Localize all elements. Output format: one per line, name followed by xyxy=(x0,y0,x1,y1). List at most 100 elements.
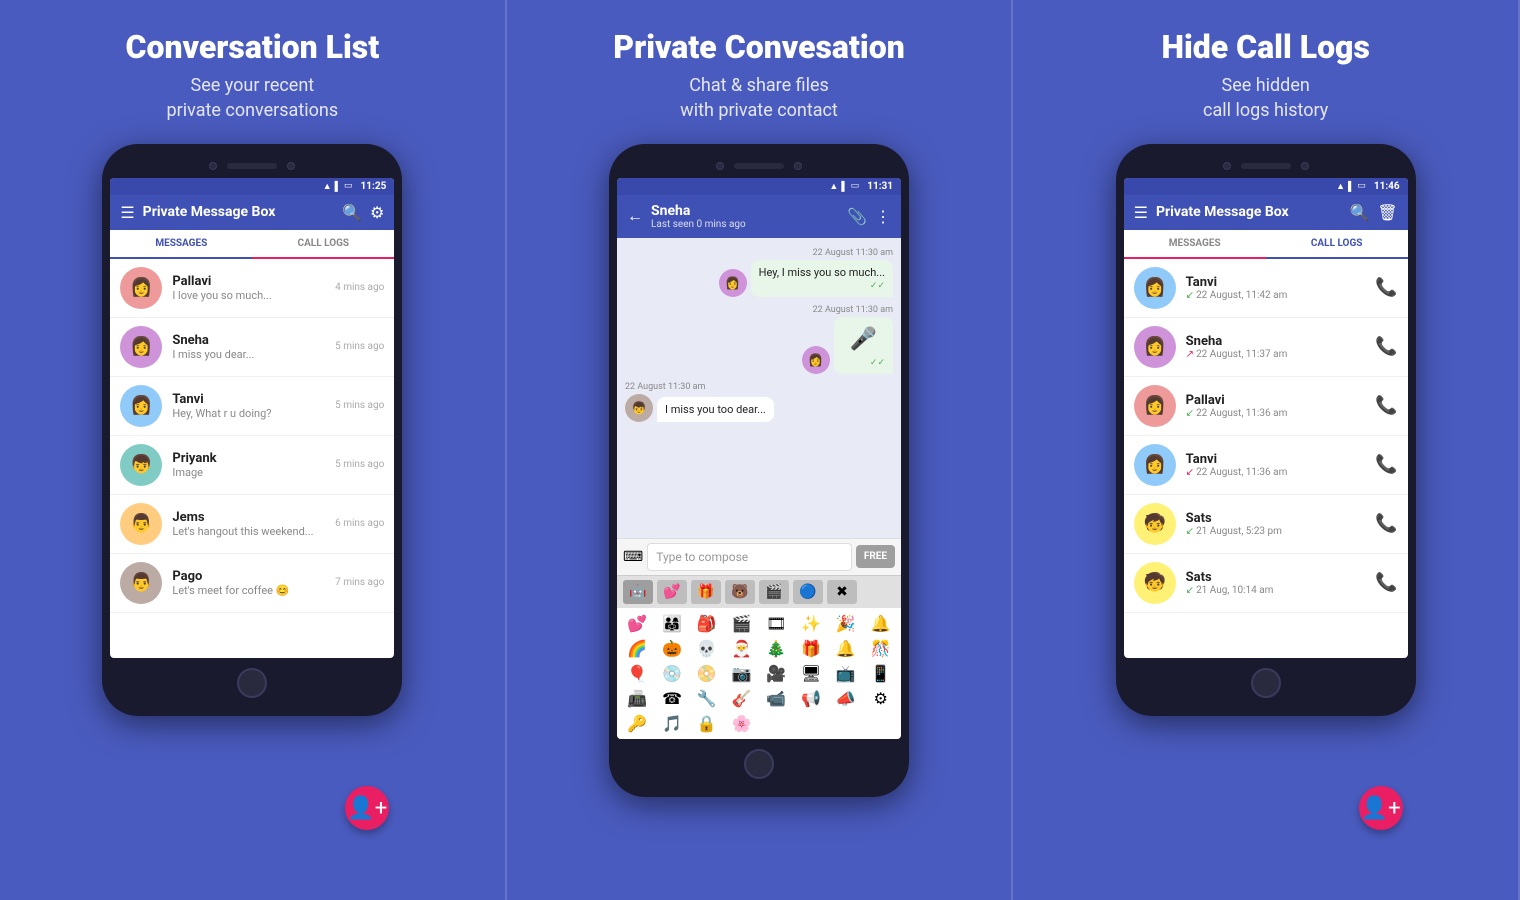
call-item[interactable]: 👩 Pallavi ↙ 22 August, 11:36 am 📞 xyxy=(1124,377,1408,436)
emoji-cell[interactable]: 📷 xyxy=(725,662,758,685)
settings-icon-1[interactable]: ⚙ xyxy=(370,203,384,222)
conversation-item[interactable]: 👩 Sneha I miss you dear... 5 mins ago xyxy=(110,318,394,377)
phone-icon[interactable]: 📞 xyxy=(1375,454,1397,475)
phone-icon[interactable]: 📞 xyxy=(1375,277,1397,298)
msg-text: I miss you too dear... xyxy=(665,403,766,416)
emoji-cell[interactable]: ✨ xyxy=(795,612,828,635)
menu-icon-1[interactable]: ☰ xyxy=(120,203,134,222)
emoji-cell[interactable]: 🎵 xyxy=(656,712,689,735)
emoji-cell[interactable]: ⚙ xyxy=(864,687,897,710)
phone3-camera2 xyxy=(1301,162,1309,170)
emoji-cell[interactable]: 🔔 xyxy=(830,637,863,660)
conversation-item[interactable]: 👩 Tanvi Hey, What r u doing? 5 mins ago xyxy=(110,377,394,436)
emoji-cell[interactable]: 🎸 xyxy=(725,687,758,710)
emoji-cell[interactable]: 🎃 xyxy=(656,637,689,660)
emoji-cell[interactable]: 📢 xyxy=(795,687,828,710)
emoji-cell[interactable]: 🎥 xyxy=(760,662,793,685)
emoji-cell[interactable]: 💿 xyxy=(656,662,689,685)
phone1-camera xyxy=(209,162,217,170)
emoji-cell[interactable]: 📺 xyxy=(830,662,863,685)
compose-input[interactable]: Type to compose xyxy=(647,543,852,571)
conv-preview: Let's meet for coffee 😊 xyxy=(172,584,325,597)
call-item[interactable]: 🧒 Sats ↙ 21 Aug, 10:14 am 📞 xyxy=(1124,554,1408,613)
emoji-tab[interactable]: 🤖 xyxy=(623,580,653,604)
keyboard-icon[interactable]: ⌨ xyxy=(623,549,643,565)
emoji-cell[interactable]: 🔧 xyxy=(691,687,724,710)
emoji-cell[interactable]: 🎅 xyxy=(725,637,758,660)
emoji-cell[interactable]: 💕 xyxy=(621,612,654,635)
call-time: ↙ 21 August, 5:23 pm xyxy=(1186,526,1366,537)
call-name: Pallavi xyxy=(1186,393,1366,408)
emoji-cell[interactable]: 🔑 xyxy=(621,712,654,735)
attach-icon[interactable]: 📎 xyxy=(847,207,867,226)
emoji-cell[interactable]: 📀 xyxy=(691,662,724,685)
call-item[interactable]: 👩 Sneha ↗ 22 August, 11:37 am 📞 xyxy=(1124,318,1408,377)
emoji-cell[interactable]: 🌸 xyxy=(725,712,758,735)
tab-messages-1[interactable]: MESSAGES xyxy=(110,230,252,259)
emoji-cell[interactable]: 🔔 xyxy=(864,612,897,635)
tabs-bar-3: MESSAGES CALL LOGS xyxy=(1124,230,1408,259)
emoji-cell[interactable]: 📱 xyxy=(864,662,897,685)
emoji-cell[interactable]: 🎄 xyxy=(760,637,793,660)
phone2-home[interactable] xyxy=(744,749,774,779)
compose-free-button[interactable]: FREE xyxy=(856,545,895,568)
phone1-home[interactable] xyxy=(237,668,267,698)
phone-icon[interactable]: 📞 xyxy=(1375,395,1397,416)
emoji-tab[interactable]: ✖ xyxy=(827,580,857,604)
emoji-cell[interactable]: 🎞 xyxy=(760,612,793,635)
phone-icon[interactable]: 📞 xyxy=(1375,513,1397,534)
emoji-tab[interactable]: 🎬 xyxy=(759,580,789,604)
conversation-item[interactable]: 👨 Pago Let's meet for coffee 😊 7 mins ag… xyxy=(110,554,394,613)
wifi-icon-2: ▲ xyxy=(829,181,838,192)
emoji-cell[interactable]: 🖥 xyxy=(795,662,828,685)
call-content: Sats ↙ 21 August, 5:23 pm xyxy=(1186,511,1366,537)
search-icon-1[interactable]: 🔍 xyxy=(342,203,362,222)
conv-preview: Let's hangout this weekend... xyxy=(172,525,325,538)
conversation-item[interactable]: 👦 Priyank Image 5 mins ago xyxy=(110,436,394,495)
emoji-cell[interactable]: 🎬 xyxy=(725,612,758,635)
conversation-item[interactable]: 👩 Pallavi I love you so much... 4 mins a… xyxy=(110,259,394,318)
emoji-cell[interactable]: 👨‍👩‍👧 xyxy=(656,612,689,635)
tab-calllogs-1[interactable]: CALL LOGS xyxy=(252,230,394,257)
call-item[interactable]: 🧒 Sats ↙ 21 August, 5:23 pm 📞 xyxy=(1124,495,1408,554)
emoji-tab[interactable]: 🎁 xyxy=(691,580,721,604)
tab-messages-3[interactable]: MESSAGES xyxy=(1124,230,1266,257)
phone2-body: ▲ ▌ ▭ 11:31 ← Sneha Last seen 0 mins ago… xyxy=(609,144,909,797)
conversation-item[interactable]: 👨 Jems Let's hangout this weekend... 6 m… xyxy=(110,495,394,554)
emoji-tab[interactable]: 💕 xyxy=(657,580,687,604)
search-icon-3[interactable]: 🔍 xyxy=(1349,203,1369,222)
tab-calllogs-3[interactable]: CALL LOGS xyxy=(1266,230,1408,259)
conv-time: 4 mins ago xyxy=(335,282,384,293)
emoji-tab[interactable]: 🔵 xyxy=(793,580,823,604)
delete-icon-3[interactable]: 🗑 xyxy=(1377,203,1397,222)
panel2-subtitle: Chat & share fileswith private contact xyxy=(680,73,838,123)
emoji-tab[interactable]: 🐻 xyxy=(725,580,755,604)
conv-time: 5 mins ago xyxy=(335,400,384,411)
more-icon[interactable]: ⋮ xyxy=(875,207,891,226)
emoji-cell[interactable]: 📠 xyxy=(621,687,654,710)
conv-time: 5 mins ago xyxy=(335,459,384,470)
emoji-cell[interactable]: 🔒 xyxy=(691,712,724,735)
fab-1[interactable]: 👤+ xyxy=(345,786,389,830)
emoji-cell[interactable]: 🎈 xyxy=(621,662,654,685)
phone-icon[interactable]: 📞 xyxy=(1375,572,1397,593)
emoji-cell[interactable]: 🌈 xyxy=(621,637,654,660)
emoji-cell[interactable]: 🎒 xyxy=(691,612,724,635)
phone3-speaker xyxy=(1241,163,1291,169)
back-icon[interactable]: ← xyxy=(627,206,643,226)
battery-icon-3: ▭ xyxy=(1357,181,1366,191)
emoji-cell[interactable]: 📣 xyxy=(830,687,863,710)
menu-icon-3[interactable]: ☰ xyxy=(1134,203,1148,222)
phone-icon[interactable]: 📞 xyxy=(1375,336,1397,357)
emoji-cell[interactable]: ☎ xyxy=(656,687,689,710)
call-item[interactable]: 👩 Tanvi ↙ 22 August, 11:42 am 📞 xyxy=(1124,259,1408,318)
emoji-cell[interactable]: 💀 xyxy=(691,637,724,660)
emoji-cell[interactable]: 📹 xyxy=(760,687,793,710)
call-content: Tanvi ↙ 22 August, 11:36 am xyxy=(1186,452,1366,478)
emoji-cell[interactable]: 🎊 xyxy=(864,637,897,660)
call-item[interactable]: 👩 Tanvi ↙ 22 August, 11:36 am 📞 xyxy=(1124,436,1408,495)
fab-3[interactable]: 👤+ xyxy=(1359,786,1403,830)
emoji-cell[interactable]: 🎉 xyxy=(830,612,863,635)
phone3-home[interactable] xyxy=(1251,668,1281,698)
emoji-cell[interactable]: 🎁 xyxy=(795,637,828,660)
